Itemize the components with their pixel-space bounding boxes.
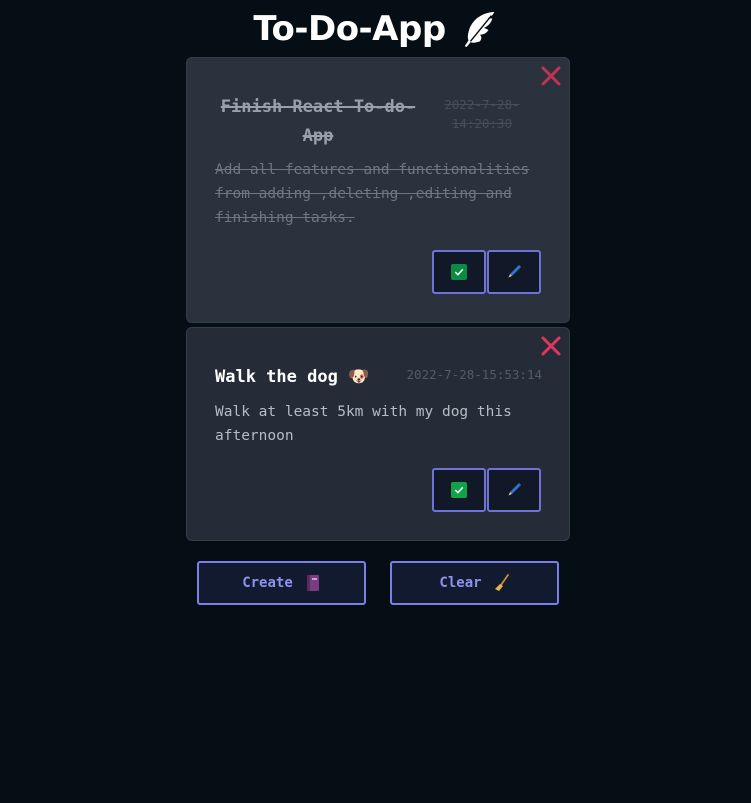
todo-date: 2022-7-28-15:53:14: [406, 367, 542, 382]
todo-actions: [432, 468, 541, 512]
pen-icon: [505, 263, 523, 281]
page-title: To-Do-App: [0, 6, 751, 52]
broom-icon: [494, 574, 510, 592]
app-title-text: To-Do-App: [253, 9, 446, 49]
create-button-label: Create: [242, 575, 293, 591]
check-icon: [451, 482, 467, 498]
edit-todo-button[interactable]: [487, 468, 541, 512]
close-icon: [541, 66, 561, 86]
clear-button-label: Clear: [439, 575, 482, 591]
todo-description: Add all features and functionalities fro…: [215, 162, 530, 226]
check-icon: [451, 264, 467, 280]
edit-todo-button[interactable]: [487, 250, 541, 294]
delete-todo-button[interactable]: [539, 334, 563, 358]
todo-title: Walk the dog 🐶: [215, 367, 370, 387]
todo-date: 2022-7-28-14:20:30: [444, 97, 520, 131]
todo-card-completed: Finish React To-do-App 2022-7-28-14:20:3…: [186, 57, 570, 323]
delete-todo-button[interactable]: [539, 64, 563, 88]
clear-button[interactable]: Clear: [390, 561, 559, 605]
todo-actions: [432, 250, 541, 294]
todo-app: To-Do-App Finish React To-do-App 2022-7-…: [0, 0, 751, 803]
close-icon: [541, 336, 561, 356]
pen-icon: [505, 481, 523, 499]
todo-title: Finish React To-do-App: [220, 97, 416, 146]
complete-todo-button[interactable]: [432, 250, 486, 294]
notebook-icon: [305, 574, 321, 592]
feather-icon: [460, 9, 498, 49]
complete-todo-button[interactable]: [432, 468, 486, 512]
todo-description: Walk at least 5km with my dog this after…: [215, 404, 512, 444]
create-button[interactable]: Create: [197, 561, 366, 605]
todo-card: Walk the dog 🐶 2022-7-28-15:53:14 Walk a…: [186, 327, 570, 541]
